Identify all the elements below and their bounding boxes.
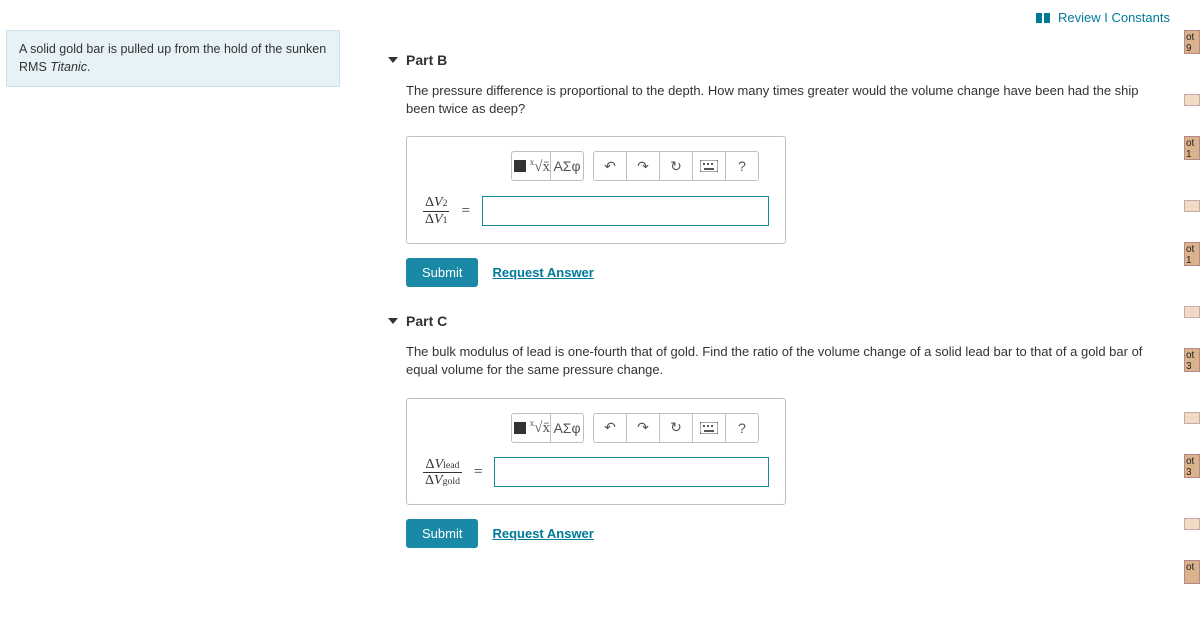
part-b-answer-input[interactable] (482, 196, 769, 226)
part-b-submit-row: Submit Request Answer (406, 258, 1170, 287)
part-c-request-answer-link[interactable]: Request Answer (492, 526, 593, 541)
part-c-header[interactable]: Part C (388, 313, 1170, 329)
part-b-ratio-label: ΔV2 ΔV1 (423, 195, 449, 227)
top-links: Review I Constants (1036, 10, 1170, 26)
problem-statement: A solid gold bar is pulled up from the h… (6, 30, 340, 87)
part-b-input-row: ΔV2 ΔV1 = (423, 195, 769, 227)
keyboard-icon (700, 422, 718, 434)
part-c-answer-input[interactable] (494, 457, 769, 487)
fragment (1184, 94, 1200, 106)
frac-num: ΔV2 (423, 195, 449, 211)
fragment (1184, 518, 1200, 530)
fragment: ot1 P (1184, 242, 1200, 266)
fragment: ot3 P (1184, 348, 1200, 372)
constants-link[interactable]: Constants (1111, 10, 1170, 25)
greek-button[interactable]: ΑΣφ (550, 151, 584, 181)
part-c-submit-button[interactable]: Submit (406, 519, 478, 548)
part-c-title: Part C (406, 313, 447, 329)
part-b-toolbar: x√x̄ ΑΣφ ↶ ↷ ↻ ? (423, 151, 769, 181)
cursor-icon (514, 422, 526, 434)
fragment: ot3 P (1184, 454, 1200, 478)
problem-text-3: . (87, 60, 90, 74)
redo-button[interactable]: ↷ (626, 413, 660, 443)
caret-down-icon (388, 318, 398, 324)
templates-button[interactable]: x√x̄ (511, 413, 551, 443)
frac-den: ΔV1 (423, 212, 449, 227)
part-b-header[interactable]: Part B (388, 52, 1170, 68)
redo-button[interactable]: ↷ (626, 151, 660, 181)
fragment: ot1 P (1184, 136, 1200, 160)
part-b: Part B The pressure difference is propor… (388, 52, 1170, 287)
frac-num: ΔVlead (423, 457, 462, 473)
templates-button[interactable]: x√x̄ (511, 151, 551, 181)
caret-down-icon (388, 57, 398, 63)
sqrt-icon: x√x̄ (526, 418, 550, 437)
frac-den: ΔVgold (423, 473, 462, 488)
fragment: ot9 P (1184, 30, 1200, 54)
problem-text-ship: Titanic (50, 60, 87, 74)
greek-button[interactable]: ΑΣφ (550, 413, 584, 443)
equals-sign: = (459, 203, 471, 220)
reset-button[interactable]: ↻ (659, 151, 693, 181)
review-link[interactable]: Review (1058, 10, 1101, 25)
part-c-input-row: ΔVlead ΔVgold = (423, 457, 769, 489)
part-c-toolbar: x√x̄ ΑΣφ ↶ ↷ ↻ ? (423, 413, 769, 443)
part-c-submit-row: Submit Request Answer (406, 519, 1170, 548)
help-button[interactable]: ? (725, 413, 759, 443)
keyboard-icon (700, 160, 718, 172)
reset-button[interactable]: ↻ (659, 413, 693, 443)
help-button[interactable]: ? (725, 151, 759, 181)
cursor-icon (514, 160, 526, 172)
part-b-submit-button[interactable]: Submit (406, 258, 478, 287)
main-column: Part B The pressure difference is propor… (388, 52, 1170, 574)
fragment (1184, 200, 1200, 212)
review-icon (1036, 11, 1050, 26)
sqrt-icon: x√x̄ (526, 157, 550, 176)
keyboard-button[interactable] (692, 151, 726, 181)
part-b-request-answer-link[interactable]: Request Answer (492, 265, 593, 280)
part-b-question: The pressure difference is proportional … (406, 82, 1170, 118)
undo-button[interactable]: ↶ (593, 151, 627, 181)
fragment (1184, 412, 1200, 424)
part-c-answer-box: x√x̄ ΑΣφ ↶ ↷ ↻ ? ΔVlead ΔVgold (406, 398, 786, 506)
equals-sign: = (472, 464, 484, 481)
right-edge-fragments: ot9 P ot1 P ot1 P ot3 P ot3 P ot (1184, 30, 1200, 624)
part-c: Part C The bulk modulus of lead is one-f… (388, 313, 1170, 548)
part-c-question: The bulk modulus of lead is one-fourth t… (406, 343, 1170, 379)
fragment: ot (1184, 560, 1200, 584)
keyboard-button[interactable] (692, 413, 726, 443)
fragment (1184, 306, 1200, 318)
part-b-answer-box: x√x̄ ΑΣφ ↶ ↷ ↻ ? ΔV2 ΔV1 = (406, 136, 786, 244)
part-c-ratio-label: ΔVlead ΔVgold (423, 457, 462, 489)
undo-button[interactable]: ↶ (593, 413, 627, 443)
part-b-title: Part B (406, 52, 447, 68)
